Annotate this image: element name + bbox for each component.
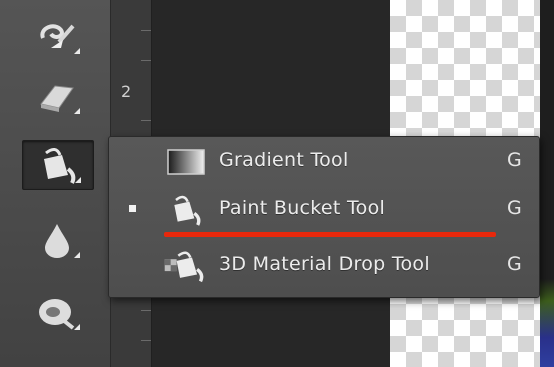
blur-tool-button[interactable] [22,216,92,264]
menu-item-shortcut: G [507,253,522,275]
selected-indicator [129,204,136,212]
brush-tool-button[interactable] [22,12,92,60]
ruler-tick [141,310,151,311]
water-drop-icon [45,224,69,258]
tool-flyout-menu: Gradient Tool G Paint Bucket Tool G 3D M… [108,136,540,298]
menu-item-shortcut: G [507,149,522,171]
tools-panel [0,0,111,367]
menu-item-shortcut: G [507,197,522,219]
ruler-tick [141,60,151,61]
tool-group-indicator [75,177,81,183]
menu-item-label: Paint Bucket Tool [219,197,386,219]
menu-item-3d-material-drop-tool[interactable]: 3D Material Drop Tool G [109,241,539,287]
tool-group-indicator [74,48,80,54]
tool-group-indicator [74,252,80,258]
material-drop-icon [159,246,213,286]
gradient-icon [159,142,213,182]
ruler-tick [141,340,151,341]
menu-item-gradient-tool[interactable]: Gradient Tool G [109,137,539,183]
tool-group-indicator [74,324,80,330]
highlight-underline [164,232,496,237]
paint-bucket-tool-button[interactable] [22,140,94,190]
menu-item-paint-bucket-tool[interactable]: Paint Bucket Tool G [109,185,539,231]
dodge-tool-button[interactable] [22,288,92,336]
menu-item-label: 3D Material Drop Tool [219,253,430,275]
eraser-tool-button[interactable] [22,72,92,120]
paint-bucket-icon [159,190,213,230]
ruler-number: 2 [121,82,132,101]
ruler-tick [141,30,151,31]
ruler-tick [141,120,151,121]
canvas-edge [540,0,554,367]
menu-item-label: Gradient Tool [219,149,349,171]
tool-group-indicator [74,108,80,114]
